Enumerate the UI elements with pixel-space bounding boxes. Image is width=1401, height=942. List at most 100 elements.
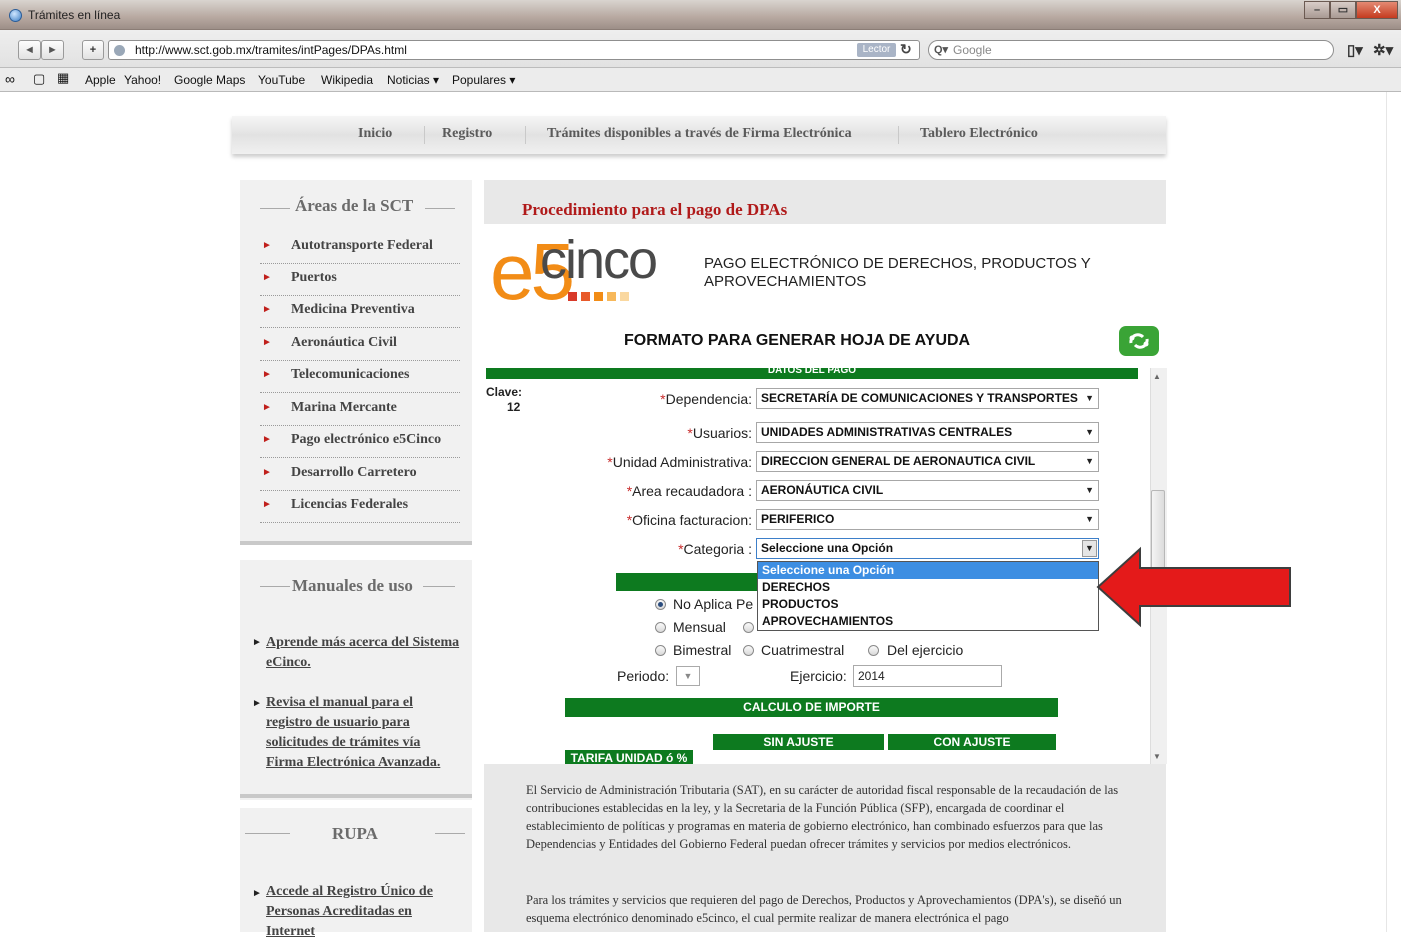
reading-list-icon[interactable]: ∞ [5,71,15,87]
radio-del-ejercicio[interactable] [868,645,879,656]
bullet-icon: ► [262,337,272,348]
dropdown-option-productos[interactable]: PRODUCTOS [758,596,1098,613]
dropdown-option-seleccione[interactable]: Seleccione una Opción [758,562,1098,579]
oficina-label: *Oficina facturacion: [626,512,752,528]
minimize-button[interactable]: – [1304,1,1330,19]
nav-tramites[interactable]: Trámites disponibles a través de Firma E… [547,126,852,142]
manuales-panel: Manuales de uso ► Aprende más acerca del… [240,560,472,800]
sidebar-item-label: Autotransporte Federal [291,238,433,253]
ejercicio-label: Ejercicio: [790,668,847,684]
bookmark-apple[interactable]: Apple [85,73,116,87]
periodo-select[interactable]: ▼ [676,666,700,686]
oficina-value: PERIFERICO [761,512,835,526]
bookmark-yahoo[interactable]: Yahoo! [124,73,161,87]
radio-no-aplica-label: No Aplica Pe [673,596,754,612]
unidad-select[interactable]: DIRECCION GENERAL DE AERONAUTICA CIVIL ▼ [756,451,1099,472]
forward-button[interactable]: ► [41,40,64,60]
unidad-value: DIRECCION GENERAL DE AERONAUTICA CIVIL [761,454,1036,468]
chevron-down-icon: ▼ [1085,485,1094,495]
sidebar-item-aeronautica[interactable]: ► Aeronáutica Civil [260,329,460,361]
bookmark-google-maps[interactable]: Google Maps [174,73,245,87]
ejercicio-value: 2014 [858,669,885,683]
bookmark-populares[interactable]: Populares ▾ [452,73,515,87]
reload-icon[interactable]: ↻ [900,41,912,58]
red-arrow-annotation [1096,546,1291,628]
divider [240,794,472,798]
nav-inicio[interactable]: Inicio [358,126,392,142]
categoria-select[interactable]: Seleccione una Opción ▼ [756,538,1099,559]
refresh-icon[interactable] [1119,326,1159,356]
bookmark-youtube[interactable]: YouTube [258,73,305,87]
page-menu-icon[interactable]: ▯▾ [1347,41,1363,59]
search-icon: Q▾ [934,44,949,56]
radio-mensual[interactable] [655,622,666,633]
top-sites-icon[interactable]: ▦ [57,70,69,86]
bookmark-wikipedia[interactable]: Wikipedia [321,73,373,87]
bookmarks-icon[interactable]: ▢ [33,71,45,87]
calculo-bar: CALCULO DE IMPORTE [565,698,1058,717]
dropdown-option-aprovechamientos[interactable]: APROVECHAMIENTOS [758,613,1098,630]
ejercicio-input[interactable]: 2014 [853,665,1002,687]
divider [260,586,290,587]
dropdown-option-derechos[interactable]: DERECHOS [758,579,1098,596]
manual-link-registro[interactable]: Revisa el manual para el registro de usu… [266,693,444,773]
sidebar-item-medicina[interactable]: ► Medicina Preventiva [260,296,460,328]
oficina-select[interactable]: PERIFERICO ▼ [756,509,1099,530]
sidebar-item-puertos[interactable]: ► Puertos [260,264,460,296]
scroll-down-icon[interactable]: ▼ [1153,752,1161,761]
dependencia-select[interactable]: SECRETARÍA DE COMUNICACIONES Y TRANSPORT… [756,388,1099,409]
rupa-title: RUPA [332,824,378,843]
cinco-logo-text: cinco [540,230,658,290]
nav-separator [424,126,425,144]
nav-separator [525,126,526,144]
address-bar[interactable]: http://www.sct.gob.mx/tramites/intPages/… [108,40,920,60]
rupa-link[interactable]: Accede al Registro Único de Personas Acr… [266,882,446,942]
back-button[interactable]: ◄ [18,40,41,60]
radio-cuatrimestral[interactable] [743,645,754,656]
bullet-icon: ► [252,637,262,648]
divider [245,833,290,834]
close-button[interactable]: X [1356,1,1398,19]
radio-cuatrimestral-label: Cuatrimestral [761,642,845,658]
add-bookmark-button[interactable]: + [82,40,104,60]
divider [425,208,455,209]
datos-bar: DATOS DEL PAGO [486,368,1138,379]
nav-tablero[interactable]: Tablero Electrónico [920,126,1038,142]
sidebar-item-carretero[interactable]: ► Desarrollo Carretero [260,459,460,491]
sidebar-item-licencias[interactable]: ► Licencias Federales [260,491,460,523]
radio-no-aplica[interactable] [655,599,666,610]
bullet-icon: ► [262,499,272,510]
sidebar-item-telecom[interactable]: ► Telecomunicaciones [260,361,460,393]
sidebar-item-label: Desarrollo Carretero [291,465,417,480]
logo-subtitle: PAGO ELECTRÓNICO DE DERECHOS, PRODUCTOS … [704,255,1091,290]
nav-registro[interactable]: Registro [442,126,492,142]
area-label: *Area recaudadora : [626,483,752,499]
window-title: Trámites en línea [28,8,121,22]
info-paragraph-1: El Servicio de Administración Tributaria… [526,783,1119,851]
manual-link-ecinco[interactable]: Aprende más acerca del Sistema eCinco. [266,633,466,673]
rupa-panel: RUPA ► Accede al Registro Único de Perso… [240,808,472,939]
sidebar-item-e5cinco[interactable]: ► Pago electrónico e5Cinco [260,426,460,458]
bookmark-noticias[interactable]: Noticias ▾ [387,73,439,87]
search-field[interactable]: Google [928,40,1334,60]
reader-button[interactable]: Lector [857,43,896,57]
search-placeholder: Google [953,43,992,57]
radio-trimestral[interactable] [743,622,754,633]
url-text: http://www.sct.gob.mx/tramites/intPages/… [135,43,407,57]
area-select[interactable]: AERONÁUTICA CIVIL ▼ [756,480,1099,501]
radio-bimestral[interactable] [655,645,666,656]
usuarios-select[interactable]: UNIDADES ADMINISTRATIVAS CENTRALES ▼ [756,422,1099,443]
gear-icon[interactable]: ✲▾ [1373,41,1393,59]
page-scrollbar[interactable] [1386,92,1401,932]
usuarios-label-text: Usuarios: [692,425,752,441]
area-value: AERONÁUTICA CIVIL [761,483,884,497]
site-nav: Inicio Registro Trámites disponibles a t… [232,116,1166,154]
field-labels: *Dependencia: *Usuarios: *Unidad Adminis… [486,390,752,570]
usuarios-value: UNIDADES ADMINISTRATIVAS CENTRALES [761,425,1013,439]
sidebar-item-autotransporte[interactable]: ► Autotransporte Federal [260,232,460,264]
sidebar-item-marina[interactable]: ► Marina Mercante [260,394,460,426]
bullet-icon: ► [262,467,272,478]
sidebar-item-label: Marina Mercante [291,400,397,415]
scroll-up-icon[interactable]: ▲ [1153,372,1161,381]
restore-button[interactable]: ▭ [1330,1,1356,19]
